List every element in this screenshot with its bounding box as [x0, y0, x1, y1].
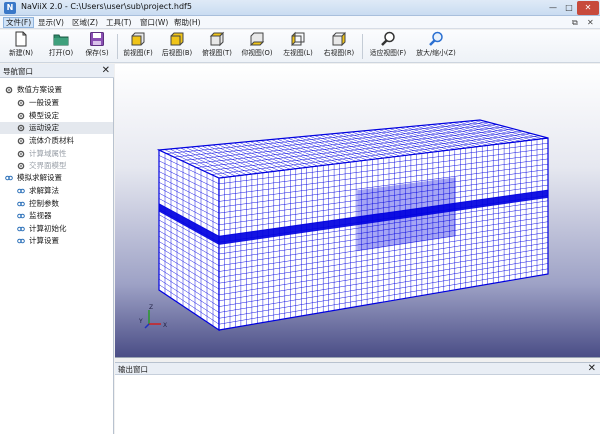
tree-item[interactable]: 计算初始化: [0, 223, 113, 235]
tree-item-label: 求解算法: [29, 186, 59, 195]
toolbar-separator: [362, 34, 363, 59]
back-view-button[interactable]: 后视图(B): [159, 31, 195, 62]
title-bar: N NaViiX 2.0 - C:\Users\user\sub\project…: [0, 0, 600, 16]
output-header: 输出窗口 ✕: [115, 363, 600, 375]
nav-title: 导航窗口: [3, 67, 33, 76]
zoom-icon: [429, 31, 443, 46]
gear-icon: [17, 162, 25, 170]
fit-view-button[interactable]: 适应视图(F): [366, 31, 410, 62]
menu-tools[interactable]: 工具(T): [104, 17, 133, 28]
tree-item-label: 模拟求解设置: [17, 173, 62, 182]
menu-help[interactable]: 帮助(H): [172, 17, 203, 28]
axis-x-label: X: [163, 322, 167, 329]
bottom-view-icon: [249, 32, 265, 46]
toolbar-separator: [117, 34, 118, 59]
menu-bar: 文件(F) 显示(V) 区域(Z) 工具(T) 窗口(W) 帮助(H) ⧉ ✕: [0, 16, 600, 29]
tree-item[interactable]: 交界面模型: [0, 160, 113, 172]
menu-view[interactable]: 显示(V): [36, 17, 66, 28]
back-view-icon: [170, 32, 184, 46]
tree-item-label: 计算域属性: [29, 149, 67, 158]
tree-item-label: 监视器: [29, 211, 52, 220]
link-icon: [17, 213, 25, 219]
restore-doc-button[interactable]: ⧉: [572, 17, 578, 28]
gear-icon: [17, 124, 25, 132]
open-button[interactable]: 打开(O): [44, 31, 78, 62]
open-folder-icon: [53, 34, 69, 46]
left-view-button[interactable]: 左视图(L): [280, 31, 316, 62]
output-title: 输出窗口: [118, 365, 148, 374]
toolbar: 新建(N) 打开(O) 保存(S) 前视图(F) 后视图(B) 俯视图(T) 仰…: [0, 30, 600, 63]
menu-zone[interactable]: 区域(Z): [70, 17, 100, 28]
left-view-icon: [291, 31, 305, 47]
tree-item[interactable]: 数值方案设置: [0, 84, 113, 96]
tree-item-label: 数值方案设置: [17, 85, 62, 94]
new-button[interactable]: 新建(N): [4, 31, 38, 62]
tree-item-label: 计算初始化: [29, 224, 67, 233]
axis-z-label: Z: [149, 304, 153, 311]
menu-window[interactable]: 窗口(W): [138, 17, 170, 28]
right-view-icon: [332, 31, 346, 47]
gear-icon: [17, 150, 25, 158]
maximize-button[interactable]: □: [561, 1, 577, 15]
zoom-button[interactable]: 放大/缩小(Z): [412, 31, 460, 62]
tree-item-label: 交界面模型: [29, 161, 67, 170]
top-view-icon: [209, 31, 225, 47]
front-view-icon: [131, 32, 145, 46]
tree-item-label: 一般设置: [29, 98, 59, 107]
output-close-button[interactable]: ✕: [588, 362, 596, 375]
gear-icon: [17, 112, 25, 120]
fit-view-icon: [381, 31, 395, 46]
save-icon: [90, 32, 104, 46]
save-button[interactable]: 保存(S): [80, 31, 114, 62]
mesh-left-face: [158, 149, 220, 332]
link-icon: [5, 175, 13, 181]
window-title: NaViiX 2.0 - C:\Users\user\sub\project.h…: [21, 2, 192, 11]
minimize-button[interactable]: —: [545, 1, 561, 15]
menu-file[interactable]: 文件(F): [3, 17, 35, 28]
top-view-button[interactable]: 俯视图(T): [199, 31, 235, 62]
nav-close-button[interactable]: ✕: [102, 64, 110, 78]
tree-item[interactable]: 控制参数: [0, 198, 113, 210]
tree-item[interactable]: 求解算法: [0, 185, 113, 197]
front-view-button[interactable]: 前视图(F): [120, 31, 156, 62]
link-icon: [17, 226, 25, 232]
navigation-panel: 导航窗口 ✕ 数值方案设置一般设置模型设定运动设定流体介质材料 计算域属性交界面模…: [0, 64, 114, 434]
axis-y-label: Y: [138, 318, 143, 325]
tree-item[interactable]: 监视器: [0, 210, 113, 222]
3d-viewport[interactable]: Z X Y: [115, 64, 600, 358]
right-view-button[interactable]: 右视图(R): [321, 31, 357, 62]
tree-item-label: 控制参数: [29, 199, 59, 208]
tree-item-label: 流体介质材料: [29, 136, 74, 145]
new-file-icon: [15, 31, 27, 47]
bottom-view-button[interactable]: 仰视图(O): [239, 31, 275, 62]
app-icon: N: [4, 2, 16, 14]
close-window-button[interactable]: ✕: [577, 1, 599, 15]
tree-item[interactable]: 一般设置: [0, 97, 113, 109]
link-icon: [17, 238, 25, 244]
gear-icon: [5, 86, 13, 94]
tree-item[interactable]: 计算域属性: [0, 148, 113, 160]
tree-item[interactable]: 模型设定: [0, 110, 113, 122]
output-window: 输出窗口 ✕: [115, 362, 600, 434]
tree-item-label: 运动设定: [29, 123, 59, 132]
close-doc-button[interactable]: ✕: [587, 17, 594, 28]
tree-item[interactable]: 流体介质材料: [0, 135, 113, 147]
gear-icon: [17, 137, 25, 145]
link-icon: [17, 201, 25, 207]
tree-item[interactable]: 计算设置: [0, 235, 113, 247]
axis-triad: Z X Y: [138, 304, 167, 329]
tree-item-label: 计算设置: [29, 236, 59, 245]
gear-icon: [17, 99, 25, 107]
nav-header: 导航窗口 ✕: [0, 64, 114, 78]
tree-item[interactable]: 运动设定: [0, 122, 113, 134]
tree-item[interactable]: 模拟求解设置: [0, 172, 113, 184]
tree-item-label: 模型设定: [29, 111, 59, 120]
mesh-model[interactable]: [115, 64, 600, 358]
link-icon: [17, 188, 25, 194]
